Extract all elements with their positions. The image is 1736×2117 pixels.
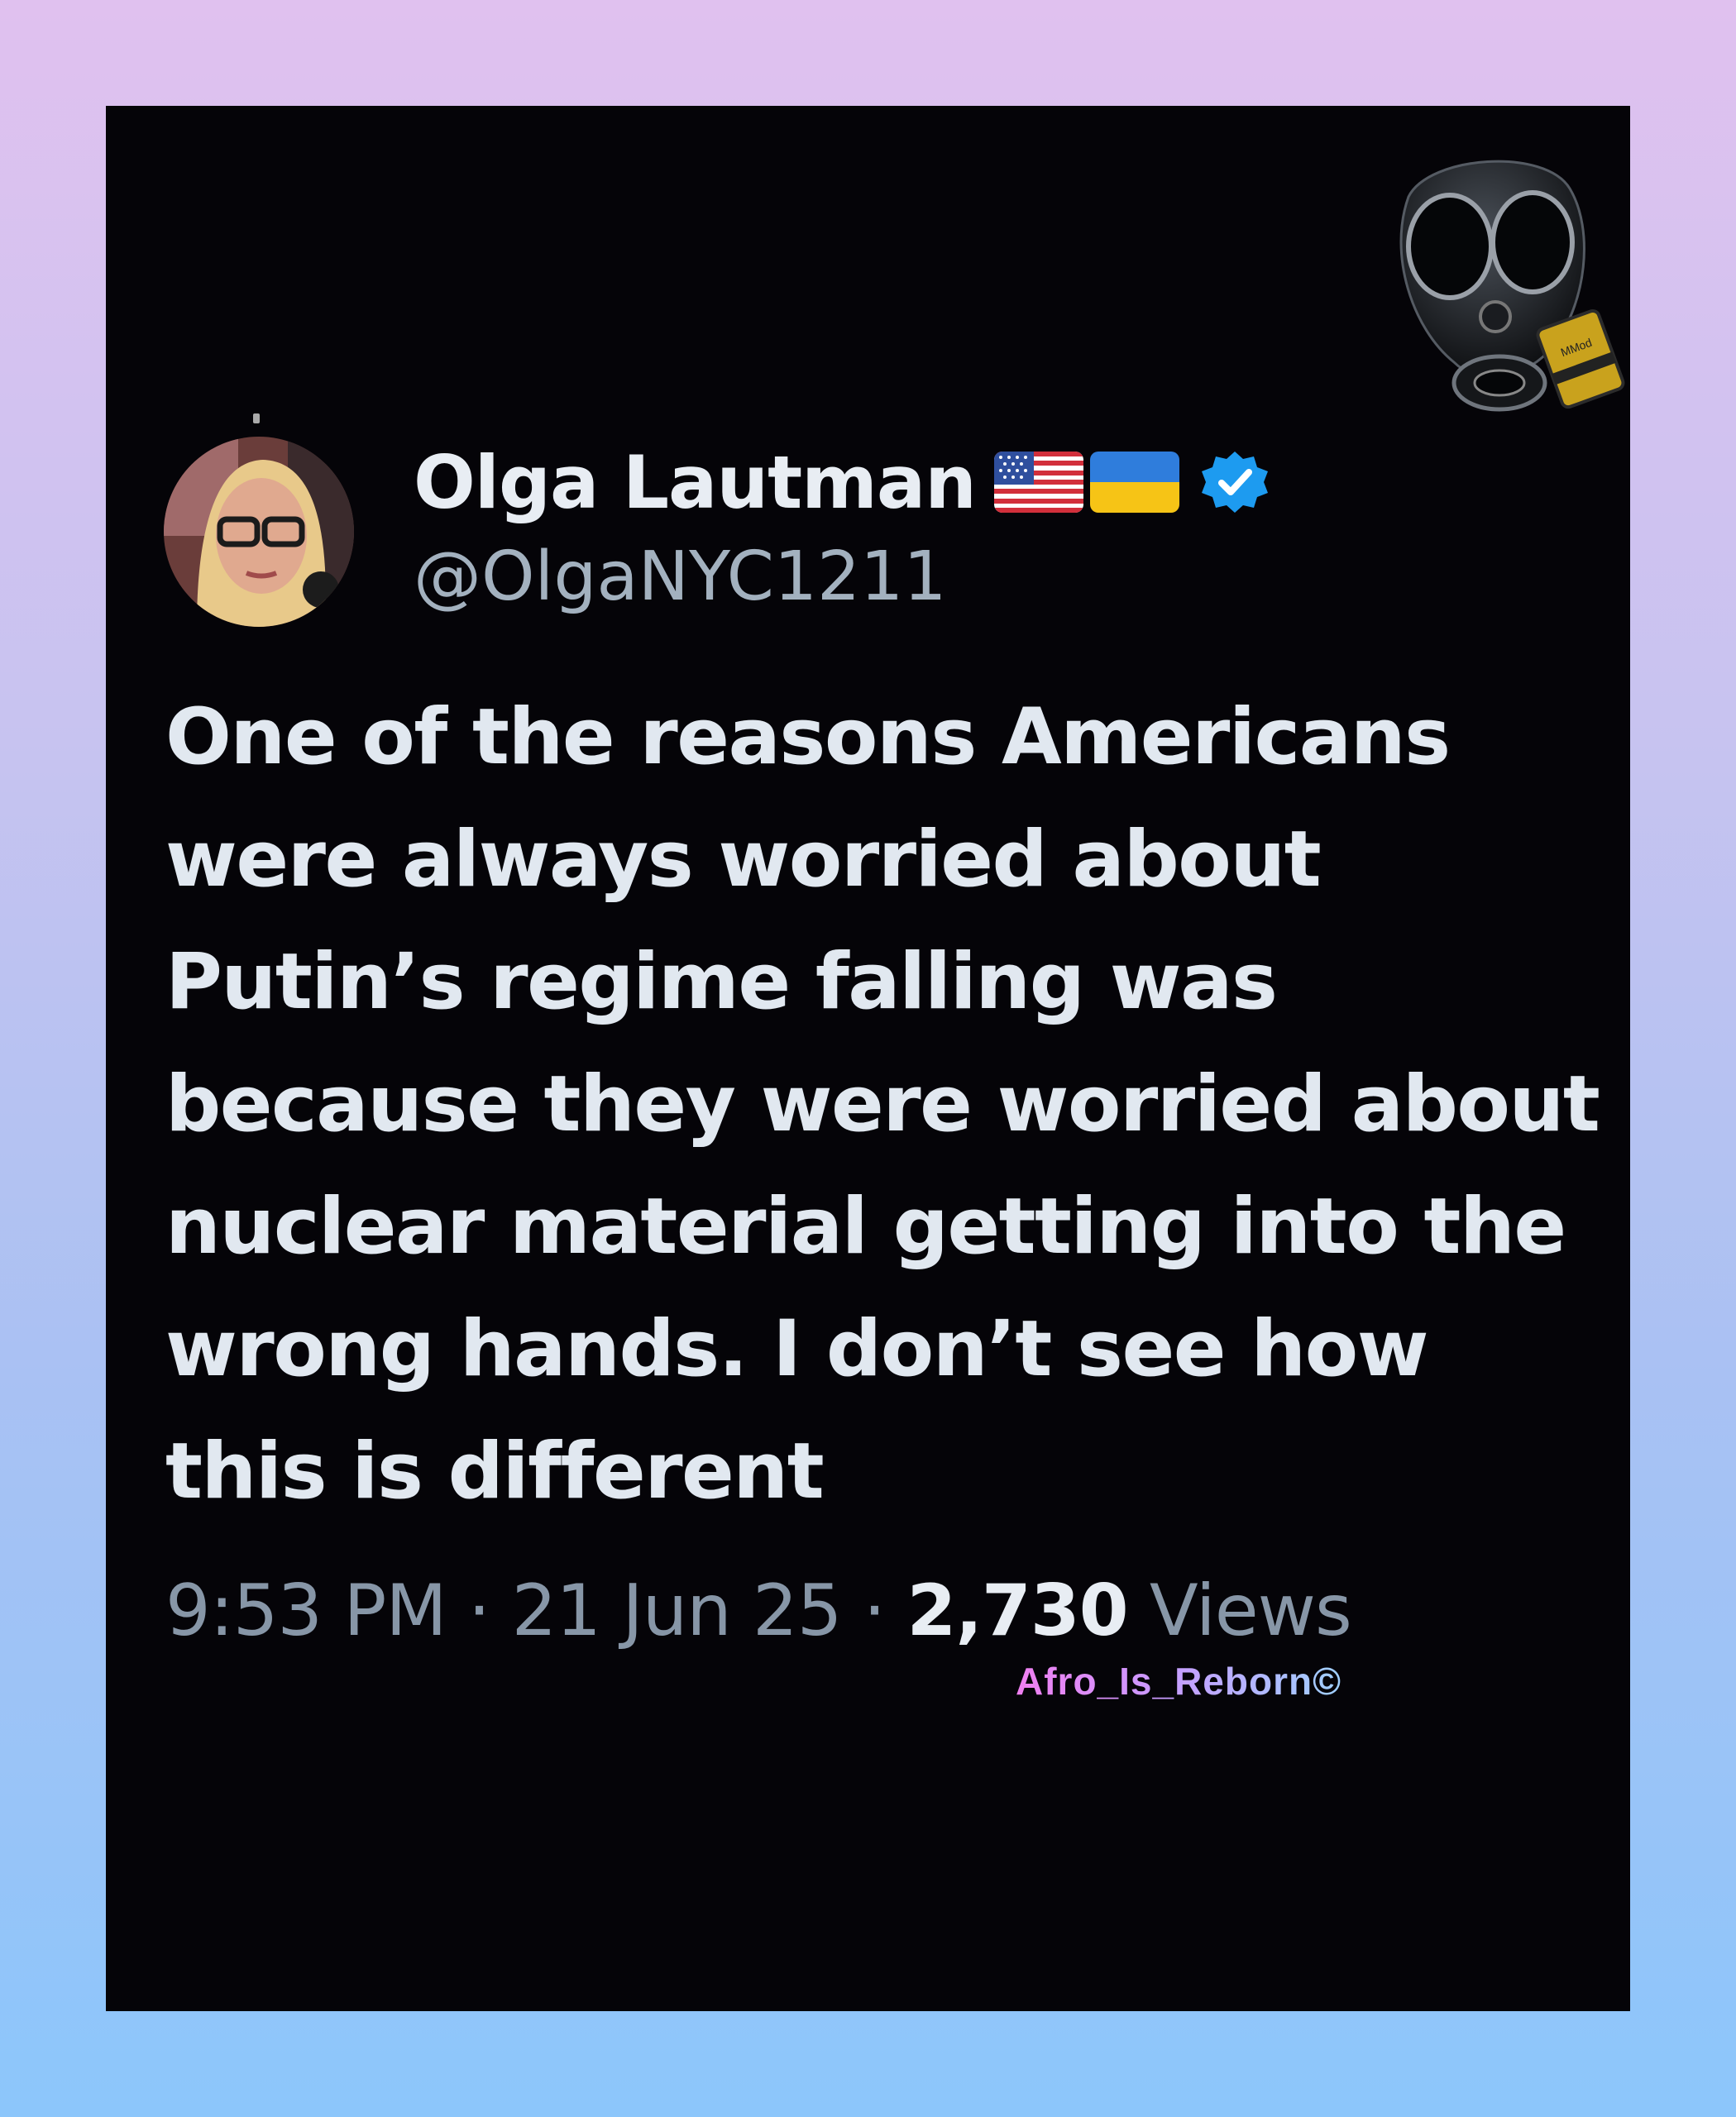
avatar-dot (253, 413, 260, 423)
meta-separator: · (467, 1570, 490, 1652)
watermark: Afro_Is_Reborn© (1016, 1660, 1341, 1703)
tweet-text: One of the reasons Americans were always… (165, 692, 1600, 1517)
tweet-card: MMod Olga Lautman @OlgaNYC1211 One of th… (106, 106, 1630, 2011)
views-label: Views (1149, 1570, 1352, 1652)
meta-separator: · (863, 1570, 886, 1652)
us-flag-icon (993, 452, 1083, 513)
ukraine-flag-icon (1089, 452, 1179, 513)
user-handle[interactable]: @OlgaNYC1211 (414, 538, 947, 616)
views-count: 2,730 (906, 1570, 1129, 1652)
tweet-meta: 9:53 PM · 21 Jun 25 · 2,730 Views (165, 1570, 1352, 1652)
display-name[interactable]: Olga Lautman (414, 440, 977, 525)
avatar[interactable] (164, 437, 354, 627)
tweet-time[interactable]: 9:53 PM (165, 1570, 447, 1652)
verified-badge-icon (1199, 447, 1270, 518)
tweet-date[interactable]: 21 Jun 25 (512, 1570, 843, 1652)
gas-mask-icon: MMod (1363, 147, 1644, 445)
name-row: Olga Lautman (414, 437, 1270, 528)
